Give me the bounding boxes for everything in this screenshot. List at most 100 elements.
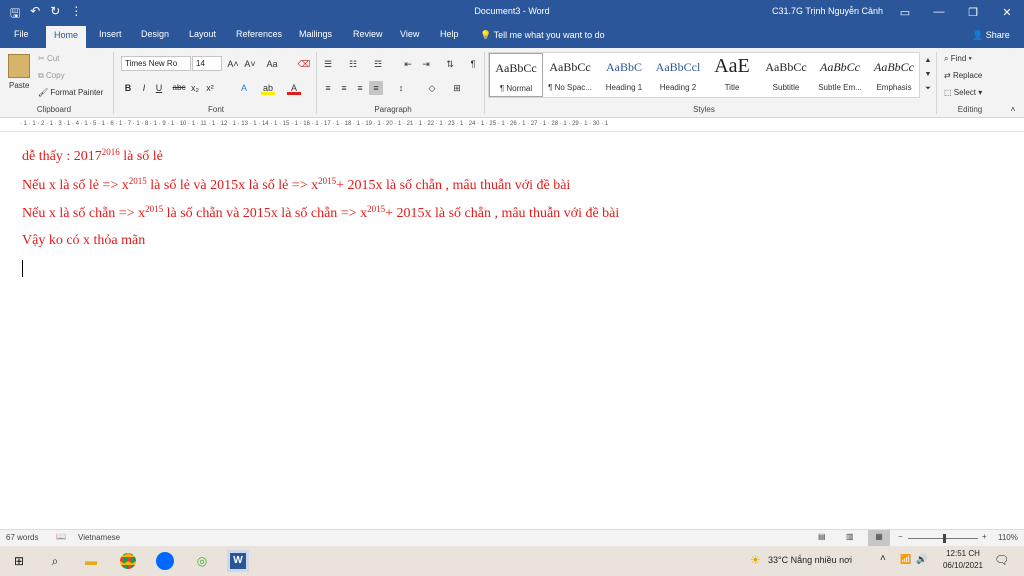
language-indicator[interactable]: Vietnamese: [78, 533, 120, 542]
subscript-icon[interactable]: x₂: [188, 81, 202, 95]
ribbon-display-icon[interactable]: ▭: [888, 0, 922, 24]
grow-font-icon[interactable]: A˄: [226, 57, 240, 71]
document-canvas[interactable]: dễ thấy : 20172016 là số lẻ Nếu x là số …: [0, 133, 1024, 529]
doc-line-4: Vậy ko có x thỏa mãn: [22, 233, 146, 248]
file-explorer-icon[interactable]: ▬: [80, 550, 102, 572]
word-count[interactable]: 67 words: [6, 533, 38, 542]
zalo-icon[interactable]: [154, 550, 176, 572]
style-item[interactable]: AaBbCc Emphasis: [867, 53, 921, 97]
web-layout-icon[interactable]: ▦: [868, 530, 890, 546]
tab-layout[interactable]: Layout: [189, 29, 216, 39]
italic-icon[interactable]: I: [137, 81, 151, 95]
format-painter-button[interactable]: 🖌 Format Painter: [38, 88, 103, 97]
shrink-font-icon[interactable]: A˅: [243, 57, 257, 71]
line-spacing-icon[interactable]: ↕: [394, 81, 408, 95]
decrease-indent-icon[interactable]: ⇤: [401, 57, 415, 71]
separator: [936, 52, 937, 114]
style-item[interactable]: AaBbC Heading 1: [597, 53, 651, 97]
font-name-box[interactable]: Times New Ro: [121, 56, 191, 71]
tab-help[interactable]: Help: [440, 29, 459, 39]
show-marks-icon[interactable]: ¶: [466, 57, 480, 71]
clock-date[interactable]: 06/10/2021: [938, 561, 988, 570]
tab-design[interactable]: Design: [141, 29, 169, 39]
tab-references[interactable]: References: [236, 29, 282, 39]
highlight-icon[interactable]: ab: [261, 81, 275, 95]
collapse-ribbon-icon[interactable]: ˄: [1006, 103, 1020, 117]
select-button[interactable]: ⬚ Select ▾: [944, 88, 982, 97]
style-item[interactable]: AaBbCc ¶ Normal: [489, 53, 543, 97]
borders-icon[interactable]: ⊞: [450, 81, 464, 95]
style-item[interactable]: AaE Title: [705, 53, 759, 97]
print-layout-icon[interactable]: ▥: [846, 532, 854, 541]
start-icon[interactable]: ⊞: [8, 550, 30, 572]
close-icon[interactable]: ✕: [990, 0, 1024, 24]
zoom-level[interactable]: 110%: [998, 533, 1018, 542]
font-color-icon[interactable]: A: [287, 81, 301, 95]
strikethrough-icon[interactable]: abc: [172, 81, 186, 95]
style-item[interactable]: AaBbCc ¶ No Spac...: [543, 53, 597, 97]
clear-formatting-icon[interactable]: ⌫: [297, 57, 311, 71]
paste-button[interactable]: Paste: [9, 81, 29, 90]
volume-icon[interactable]: 🔊: [916, 554, 927, 565]
read-mode-icon[interactable]: ▤: [818, 532, 826, 541]
zoom-slider-thumb[interactable]: [943, 534, 946, 543]
word-taskbar-icon[interactable]: W: [227, 550, 249, 572]
share-button[interactable]: 👤 Share: [972, 30, 1010, 41]
tab-review[interactable]: Review: [353, 29, 383, 39]
weather-icon[interactable]: ☀: [750, 553, 761, 567]
numbering-icon[interactable]: ☷: [346, 57, 360, 71]
tab-home[interactable]: Home: [46, 26, 87, 48]
increase-indent-icon[interactable]: ⇥: [419, 57, 433, 71]
doc-line-1: dễ thấy : 20172016 là số lẻ: [22, 147, 163, 164]
tab-file[interactable]: File: [14, 29, 29, 39]
tab-mailings[interactable]: Mailings: [299, 29, 332, 39]
styles-scroll-down-icon[interactable]: ▼: [921, 68, 935, 82]
change-case-icon[interactable]: Aa: [265, 57, 279, 71]
proofing-icon[interactable]: 📖: [56, 532, 66, 541]
align-center-icon[interactable]: ≡: [337, 81, 351, 95]
minimize-icon[interactable]: —: [922, 0, 956, 24]
select-icon: ⬚: [944, 88, 952, 97]
style-item[interactable]: AaBbCcl Heading 2: [651, 53, 705, 97]
clock-time[interactable]: 12:51 CH: [940, 549, 986, 558]
search-icon[interactable]: ⌕: [44, 550, 66, 572]
style-name: Heading 1: [605, 83, 643, 92]
align-left-icon[interactable]: ≡: [321, 81, 335, 95]
style-name: Heading 2: [659, 83, 697, 92]
tray-chevron-icon[interactable]: ˄: [880, 553, 886, 564]
weather-text[interactable]: 33°C Nắng nhiều nơi: [768, 555, 852, 565]
find-button[interactable]: ⌕ Find ▾: [944, 54, 972, 64]
tab-view[interactable]: View: [400, 29, 419, 39]
text-effects-icon[interactable]: A: [237, 81, 251, 95]
justify-icon[interactable]: ≡: [369, 81, 383, 95]
text-caret: [22, 260, 23, 277]
font-size-box[interactable]: 14: [192, 56, 222, 71]
styles-scroll-up-icon[interactable]: ▲: [921, 54, 935, 68]
user-name[interactable]: C31.7G Trịnh Nguyễn Cảnh: [772, 6, 883, 16]
cut-button[interactable]: ✂ Cut: [38, 54, 59, 63]
tab-insert[interactable]: Insert: [99, 29, 122, 39]
zoom-in-icon[interactable]: +: [982, 532, 987, 541]
bold-icon[interactable]: B: [121, 81, 135, 95]
bullets-icon[interactable]: ☰: [321, 57, 335, 71]
styles-more-icon[interactable]: ⏷: [921, 82, 935, 96]
superscript-icon[interactable]: x²: [203, 81, 217, 95]
chrome-icon[interactable]: [117, 550, 139, 572]
underline-icon[interactable]: U: [152, 81, 166, 95]
multilevel-list-icon[interactable]: ☲: [371, 57, 385, 71]
network-icon[interactable]: 📶: [900, 554, 911, 565]
copy-button[interactable]: ⧉ Copy: [38, 71, 65, 81]
tell-me-search[interactable]: 💡 Tell me what you want to do: [480, 30, 605, 41]
zoom-out-icon[interactable]: −: [898, 532, 903, 541]
paste-icon[interactable]: [8, 54, 30, 78]
style-item[interactable]: AaBbCc Subtitle: [759, 53, 813, 97]
shading-icon[interactable]: ◇: [425, 81, 439, 95]
restore-icon[interactable]: ❐: [956, 0, 990, 24]
ruler[interactable]: · 1 · 1 · 2 · 1 · 3 · 1 · 4 · 1 · 5 · 1 …: [0, 119, 1024, 132]
app-green-icon[interactable]: ◎: [191, 550, 213, 572]
replace-button[interactable]: ⇄ Replace: [944, 71, 982, 80]
align-right-icon[interactable]: ≡: [353, 81, 367, 95]
notification-icon[interactable]: 🗨: [994, 553, 1009, 567]
sort-icon[interactable]: ⇅: [443, 57, 457, 71]
style-item[interactable]: AaBbCc Subtle Em...: [813, 53, 867, 97]
